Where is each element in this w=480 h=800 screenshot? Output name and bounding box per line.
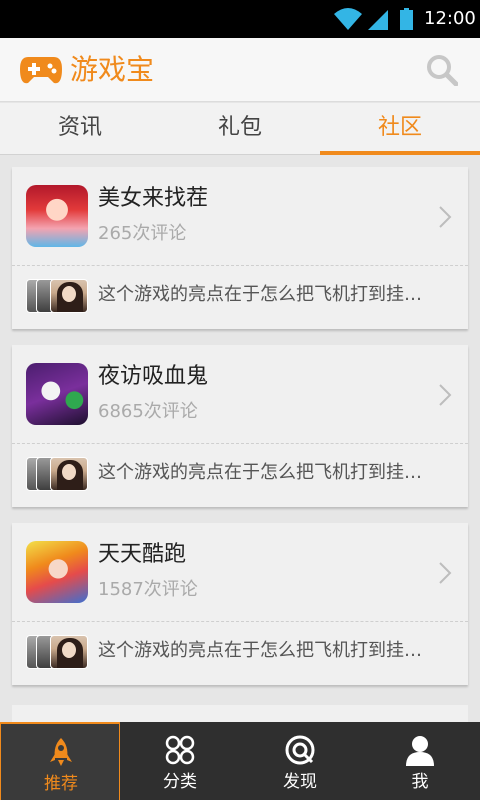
rocket-icon: [50, 738, 72, 766]
community-card[interactable]: 夜访吸血鬼 6865次评论 这个游戏的亮点在于怎么把飞机打到挂…: [12, 345, 468, 507]
comment-count: 265次评论: [98, 223, 187, 244]
community-card[interactable]: 天天酷跑 1587次评论 这个游戏的亮点在于怎么把飞机打到挂…: [12, 523, 468, 685]
app-title: 游戏宝: [70, 53, 155, 86]
game-thumbnail: [26, 185, 88, 247]
status-bar: 12:00: [0, 0, 480, 38]
card-divider: [12, 621, 468, 622]
nav-label: 分类: [163, 772, 197, 792]
nav-label: 推荐: [44, 774, 78, 794]
search-icon[interactable]: [426, 54, 458, 86]
nav-recommend[interactable]: 推荐: [0, 722, 120, 800]
nav-me[interactable]: 我: [360, 722, 480, 800]
chevron-right-icon: [439, 384, 452, 406]
comment-count: 6865次评论: [98, 401, 198, 422]
comment-count: 1587次评论: [98, 579, 198, 600]
nav-label: 我: [411, 772, 429, 792]
avatar: [50, 635, 88, 669]
commenter-avatars: [26, 457, 90, 491]
chevron-right-icon: [439, 206, 452, 228]
user-icon: [406, 736, 434, 766]
comment-preview: 这个游戏的亮点在于怎么把飞机打到挂…: [98, 640, 422, 661]
game-title: 美女来找茬: [98, 186, 209, 211]
discover-icon: [285, 735, 315, 765]
game-thumbnail: [26, 541, 88, 603]
avatar: [50, 457, 88, 491]
game-title: 天天酷跑: [98, 542, 187, 567]
community-card[interactable]: 美女来找茬 265次评论 这个游戏的亮点在于怎么把飞机打到挂…: [12, 167, 468, 329]
tab-news[interactable]: 资讯: [0, 103, 160, 155]
signal-icon: [368, 10, 388, 30]
gamepad-logo-icon: [20, 57, 62, 84]
commenter-avatars: [26, 279, 90, 313]
nav-categories[interactable]: 分类: [120, 722, 240, 800]
status-time: 12:00: [424, 8, 476, 29]
bottom-nav: 推荐 分类 发现 我: [0, 722, 480, 800]
tab-gift-packs[interactable]: 礼包: [160, 103, 320, 155]
battery-icon: [400, 8, 413, 30]
nav-discover[interactable]: 发现: [240, 722, 360, 800]
nav-label: 发现: [283, 772, 317, 792]
commenter-avatars: [26, 635, 90, 669]
top-tabs: 资讯 礼包 社区: [0, 103, 480, 155]
game-title: 夜访吸血鬼: [98, 364, 209, 389]
game-thumbnail: [26, 363, 88, 425]
tab-community[interactable]: 社区: [320, 103, 480, 155]
grid-icon: [165, 735, 195, 765]
card-divider: [12, 443, 468, 444]
comment-preview: 这个游戏的亮点在于怎么把飞机打到挂…: [98, 462, 422, 483]
wifi-icon: [334, 8, 362, 30]
app-header: 游戏宝: [0, 38, 480, 102]
comment-preview: 这个游戏的亮点在于怎么把飞机打到挂…: [98, 284, 422, 305]
card-divider: [12, 265, 468, 266]
chevron-right-icon: [439, 562, 452, 584]
avatar: [50, 279, 88, 313]
active-tab-indicator: [320, 151, 480, 155]
